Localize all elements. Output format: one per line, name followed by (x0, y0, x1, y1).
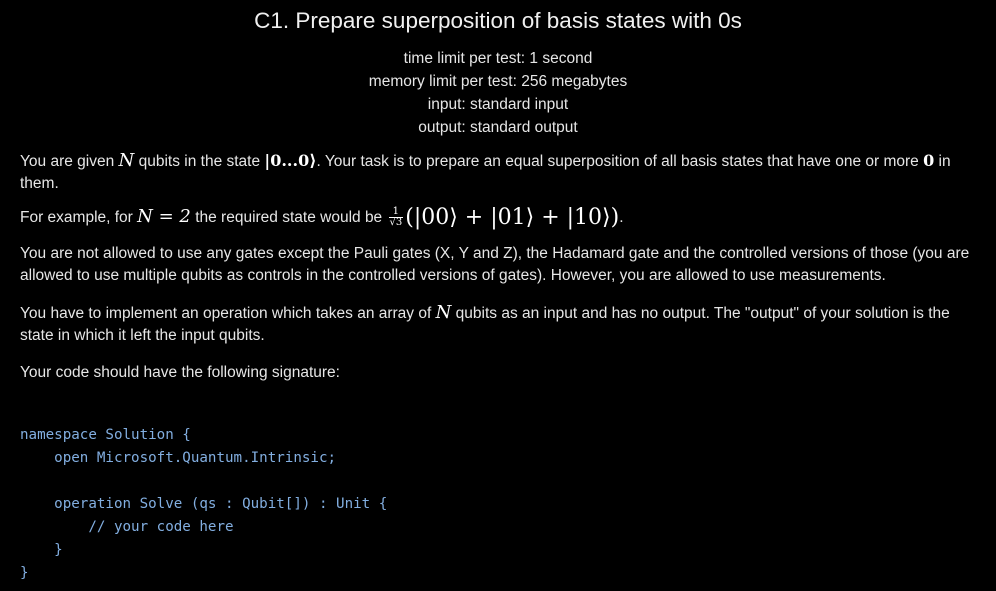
p4-text-1: You have to implement an operation which… (20, 305, 436, 322)
fraction-one-over-sqrt3: 1 √3 (388, 207, 404, 229)
math-zero: 0 (923, 151, 935, 170)
p1-text-3: . Your task is to prepare an equal super… (316, 153, 924, 170)
math-n-equals-2: N = 2 (137, 206, 191, 227)
statement-paragraph-3: You are not allowed to use any gates exc… (20, 245, 970, 284)
statement-paragraph-2: For example, for N = 2 the required stat… (20, 206, 986, 229)
input-spec: input: standard input (427, 96, 569, 113)
math-n: N (118, 150, 135, 171)
time-limit: time limit per test: 1 second (403, 50, 593, 67)
math-initial-state: |0...0⟩ (264, 151, 317, 170)
p1-text-2: qubits in the state (134, 153, 265, 170)
p1-text-1: You are given (20, 153, 119, 170)
p2-text-2: the required state would be (190, 209, 387, 226)
math-superposition-expression: (|00⟩ + |01⟩ + |10⟩) (405, 205, 620, 230)
p2-text-3: . (619, 209, 624, 226)
statement-paragraph-5: Your code should have the following sign… (20, 364, 340, 381)
problem-statement: You are given N qubits in the state |0..… (20, 150, 986, 384)
code-signature-block: namespace Solution { open Microsoft.Quan… (20, 427, 388, 581)
problem-title: C1. Prepare superposition of basis state… (254, 8, 742, 33)
problem-header: C1. Prepare superposition of basis state… (0, 0, 996, 139)
output-spec: output: standard output (418, 119, 578, 136)
p2-text-1: For example, for (20, 209, 138, 226)
statement-paragraph-4: You have to implement an operation which… (20, 302, 986, 347)
math-n-2: N (435, 302, 452, 323)
statement-paragraph-1: You are given N qubits in the state |0..… (20, 150, 986, 195)
fraction-denominator: √3 (389, 217, 403, 229)
memory-limit: memory limit per test: 256 megabytes (368, 73, 628, 90)
